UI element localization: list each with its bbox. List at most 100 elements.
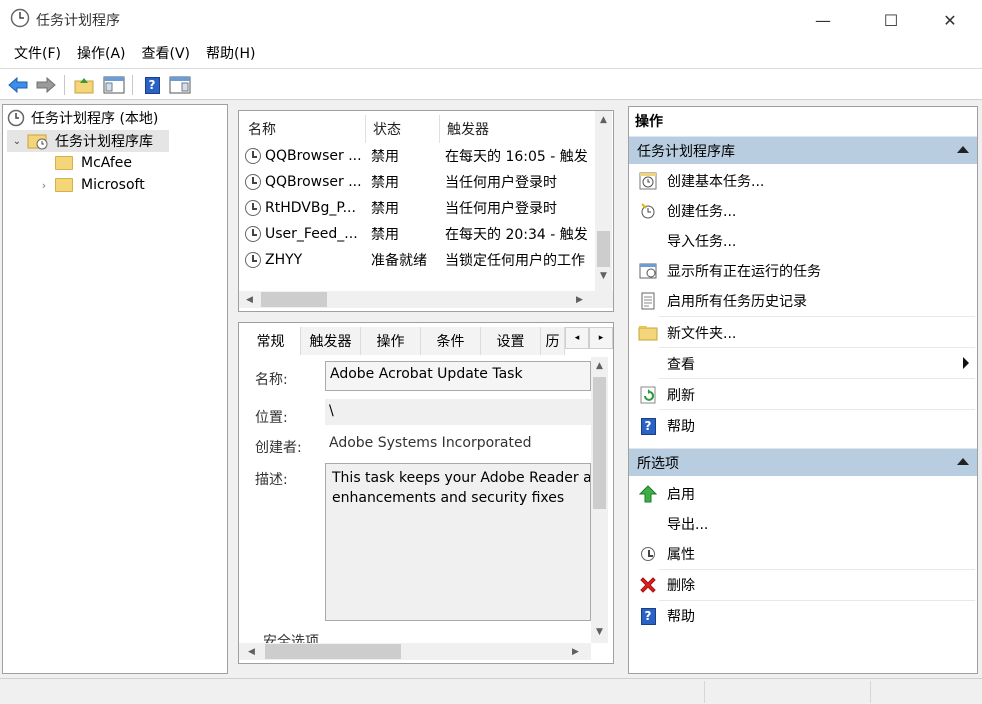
tab-triggers[interactable]: 触发器 [301, 327, 361, 355]
tab-history[interactable]: 历 [541, 327, 565, 355]
scroll-right-arrow-icon[interactable]: ▶ [571, 291, 588, 308]
scroll-thumb[interactable] [265, 644, 401, 659]
chevron-right-icon[interactable]: › [33, 179, 55, 192]
tab-scroll-left-icon[interactable]: ◂ [565, 327, 589, 349]
toolbar-separator [132, 75, 133, 95]
table-row[interactable]: User_Feed_... 禁用 在每天的 20:34 - 触发 [245, 221, 593, 247]
action-create-task[interactable]: 创建任务... [629, 196, 975, 226]
author-label: 创建者: [255, 440, 302, 456]
collapse-triangle-icon[interactable] [957, 458, 969, 465]
refresh-icon [629, 386, 667, 404]
menu-help[interactable]: 帮助(H) [198, 40, 263, 68]
scroll-left-arrow-icon[interactable]: ◀ [243, 643, 260, 660]
tab-actions[interactable]: 操作 [361, 327, 421, 355]
table-row[interactable]: RtHDVBg_P... 禁用 当任何用户登录时 [245, 195, 593, 221]
details-horizontal-scrollbar[interactable]: ◀ ▶ [239, 643, 591, 660]
tree-item-microsoft[interactable]: › Microsoft [33, 174, 145, 196]
section-header-library[interactable]: 任务计划程序库 [629, 136, 977, 164]
task-status: 禁用 [371, 201, 399, 217]
column-separator[interactable] [439, 115, 440, 143]
action-enable-history[interactable]: 启用所有任务历史记录 [629, 286, 975, 316]
action-show-running-tasks[interactable]: 显示所有正在运行的任务 [629, 256, 975, 286]
column-header-trigger[interactable]: 触发器 [447, 119, 489, 139]
action-label: 导出... [667, 517, 709, 533]
help-icon: ? [629, 417, 667, 435]
tab-general[interactable]: 常规 [241, 327, 301, 355]
enable-green-arrow-icon [629, 485, 667, 503]
action-enable[interactable]: 启用 [629, 479, 975, 509]
task-list-vertical-scrollbar[interactable]: ▲ ▼ [595, 111, 612, 294]
action-export[interactable]: 导出... [629, 509, 975, 539]
section-header-selected-item[interactable]: 所选项 [629, 448, 977, 476]
tab-scroll-right-icon[interactable]: ▸ [589, 327, 613, 349]
back-arrow-icon[interactable] [6, 73, 30, 97]
show-hide-action-pane-icon[interactable] [168, 73, 192, 97]
scroll-down-arrow-icon[interactable]: ▼ [591, 623, 608, 640]
folder-icon [55, 156, 73, 170]
history-log-icon [629, 292, 667, 310]
collapse-triangle-icon[interactable] [957, 146, 969, 153]
tree-root[interactable]: 任务计划程序 (本地) [7, 107, 158, 129]
divider [659, 378, 975, 379]
security-options-label: 安全选项 [263, 634, 319, 643]
up-folder-icon[interactable] [72, 73, 96, 97]
scroll-right-arrow-icon[interactable]: ▶ [567, 643, 584, 660]
tab-settings[interactable]: 设置 [481, 327, 541, 355]
menu-action[interactable]: 操作(A) [69, 40, 134, 68]
tree-item-mcafee[interactable]: McAfee [55, 152, 132, 174]
scroll-thumb[interactable] [597, 231, 610, 267]
running-tasks-icon [629, 262, 667, 280]
task-scheduler-clock-icon [10, 8, 30, 28]
scroll-left-arrow-icon[interactable]: ◀ [241, 291, 258, 308]
action-refresh[interactable]: 刷新 [629, 380, 975, 410]
action-label: 属性 [667, 547, 695, 563]
description-textarea[interactable]: This task keeps your Adobe Reader an enh… [325, 463, 591, 621]
close-button[interactable]: ✕ [927, 0, 973, 40]
action-import-task[interactable]: 导入任务... [629, 226, 975, 256]
tab-conditions[interactable]: 条件 [421, 327, 481, 355]
task-clock-icon [245, 174, 261, 190]
table-row[interactable]: ZHYY 准备就绪 当锁定任何用户的工作 [245, 247, 593, 273]
tree-item-library[interactable]: ⌄ 任务计划程序库 [7, 130, 169, 152]
status-bar [0, 678, 982, 704]
column-header-status[interactable]: 状态 [373, 119, 401, 139]
task-name: ZHYY [265, 252, 303, 268]
scroll-thumb[interactable] [261, 292, 327, 307]
scroll-up-arrow-icon[interactable]: ▲ [591, 357, 608, 374]
column-header-name[interactable]: 名称 [248, 119, 276, 139]
divider [659, 316, 975, 317]
table-row[interactable]: QQBrowser ... 禁用 在每天的 16:05 - 触发 [245, 143, 593, 169]
details-vertical-scrollbar[interactable]: ▲ ▼ [591, 357, 608, 643]
task-list-horizontal-scrollbar[interactable]: ◀ ▶ [239, 291, 613, 308]
menu-view[interactable]: 查看(V) [134, 40, 199, 68]
description-line: This task keeps your Adobe Reader an [332, 470, 591, 486]
task-scheduler-clock-icon [7, 109, 25, 127]
action-label: 创建基本任务... [667, 174, 765, 190]
toolbar: ? [0, 68, 982, 100]
title-bar: 任务计划程序 — ☐ ✕ [0, 0, 982, 40]
maximize-button[interactable]: ☐ [868, 0, 914, 40]
task-clock-icon [245, 200, 261, 216]
minimize-button[interactable]: — [800, 0, 846, 40]
action-properties[interactable]: 属性 [629, 539, 975, 569]
menu-file[interactable]: 文件(F) [6, 40, 69, 68]
action-help-selected[interactable]: ? 帮助 [629, 601, 975, 631]
name-field[interactable]: Adobe Acrobat Update Task [325, 361, 591, 391]
chevron-down-icon[interactable]: ⌄ [7, 136, 27, 147]
scroll-down-arrow-icon[interactable]: ▼ [595, 267, 612, 284]
task-name: RtHDVBg_P... [265, 200, 356, 216]
action-label: 新文件夹... [667, 326, 737, 342]
scroll-thumb[interactable] [593, 377, 606, 509]
action-help[interactable]: ? 帮助 [629, 411, 975, 441]
library-folder-clock-icon [27, 132, 49, 150]
action-create-basic-task[interactable]: 创建基本任务... [629, 166, 975, 196]
action-view-menu[interactable]: 查看 [629, 349, 975, 379]
forward-arrow-icon[interactable] [34, 73, 58, 97]
action-new-folder[interactable]: 新文件夹... [629, 318, 975, 348]
help-icon[interactable]: ? [140, 73, 164, 97]
show-hide-console-tree-icon[interactable] [102, 73, 126, 97]
scroll-up-arrow-icon[interactable]: ▲ [595, 111, 612, 128]
action-delete[interactable]: 删除 [629, 570, 975, 600]
table-row[interactable]: QQBrowser ... 禁用 当任何用户登录时 [245, 169, 593, 195]
column-separator[interactable] [365, 115, 366, 143]
